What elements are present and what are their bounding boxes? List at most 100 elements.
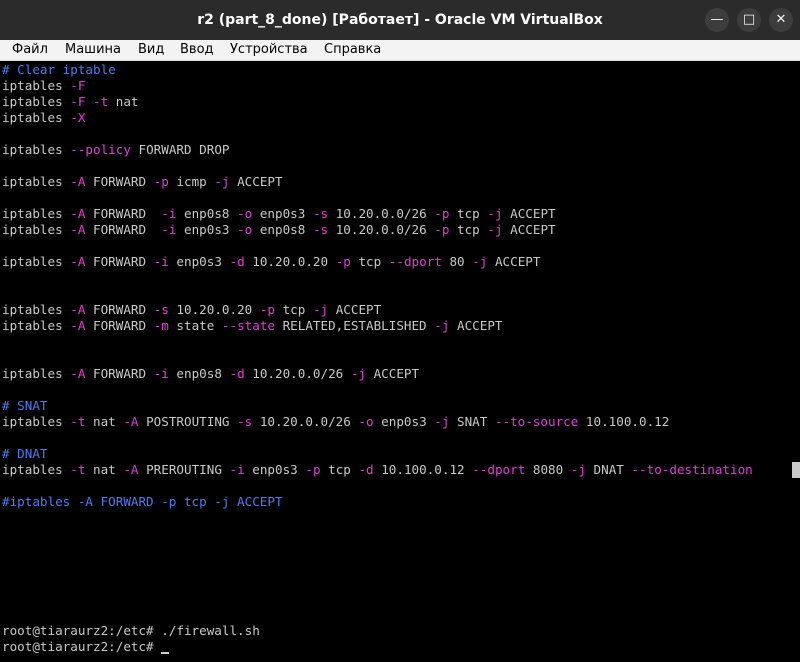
command-text: FORWARD [85, 318, 154, 333]
terminal-line: iptables -A FORWARD -i enp0s3 -d 10.20.0… [2, 254, 540, 270]
command-text: nat [85, 414, 124, 429]
terminal-line: # Clear iptable [2, 62, 116, 78]
close-icon[interactable]: ✕ [769, 8, 793, 32]
terminal-screen[interactable]: # Clear iptable iptables -F iptables -F -t… [0, 61, 800, 662]
terminal-line: iptables -A FORWARD -i enp0s3 -o enp0s8 … [2, 222, 556, 238]
window-title: r2 (part_8_done) [Работает] - Oracle VM … [197, 12, 603, 28]
terminal-line: # SNAT [2, 398, 48, 414]
menu-input[interactable]: Ввод [180, 40, 214, 60]
terminal-line: iptables -X [2, 110, 85, 126]
command-text: FORWARD [85, 302, 154, 317]
command-text: FORWARD DROP [130, 142, 230, 157]
option-flag: -t [93, 94, 109, 109]
prompt-line-current[interactable]: root@tiaraurz2:/etc# [2, 639, 170, 655]
command-text: enp0s3 [373, 414, 435, 429]
command-text: enp0s3 [168, 254, 230, 269]
option-flag: -o [237, 222, 253, 237]
command-text: enp0s8 [176, 206, 238, 221]
command-text: tcp [449, 222, 488, 237]
option-flag: -j [570, 462, 586, 477]
option-flag: -s [237, 414, 253, 429]
option-flag: -d [229, 366, 245, 381]
terminal-line: # DNAT [2, 446, 48, 462]
menu-devices[interactable]: Устройства [230, 40, 308, 60]
option-flag: --state [221, 318, 275, 333]
option-flag: -i [161, 206, 177, 221]
command-text: enp0s3 [176, 222, 238, 237]
text-cursor [161, 652, 170, 654]
menu-help[interactable]: Справка [324, 40, 381, 60]
option-flag: -j [350, 366, 367, 381]
option-flag: -j [487, 206, 503, 221]
terminal-line: iptables -A FORWARD -m state --state REL… [2, 318, 502, 334]
option-flag: -p [259, 302, 276, 317]
option-flag: -m [153, 318, 169, 333]
option-flag: -t [70, 462, 86, 477]
command-text: iptables [2, 174, 71, 189]
command-text: SNAT [449, 414, 495, 429]
comment-text: #iptables -A FORWARD -p tcp -j ACCEPT [2, 494, 283, 509]
command-text: iptables [2, 78, 71, 93]
command-text: ACCEPT [449, 318, 503, 333]
comment-text: # SNAT [2, 398, 48, 413]
command-text [85, 94, 93, 109]
command-text: iptables [2, 222, 71, 237]
option-flag: -p [434, 206, 450, 221]
command-text: enp0s8 [168, 366, 230, 381]
command-text: 10.20.0.20 [168, 302, 260, 317]
terminal-line: iptables -F -t nat [2, 94, 139, 110]
option-flag: -F [70, 78, 86, 93]
option-flag: -X [70, 110, 86, 125]
command-text: PREROUTING [138, 462, 230, 477]
option-flag: -p [335, 254, 351, 269]
command-text: POSTROUTING [138, 414, 238, 429]
option-flag: -A [70, 366, 86, 381]
command-text: 10.20.0.0/26 [252, 414, 359, 429]
command-text: icmp [168, 174, 215, 189]
option-flag: -o [358, 414, 374, 429]
command-text: state [168, 318, 222, 333]
option-flag: -A [70, 254, 86, 269]
option-flag: -i [161, 222, 177, 237]
option-flag: -d [358, 462, 374, 477]
option-flag: -t [70, 414, 86, 429]
line-overflow-marker [792, 462, 800, 478]
menu-view[interactable]: Вид [138, 40, 164, 60]
menu-file[interactable]: Файл [12, 40, 48, 60]
command-text: 10.20.0.0/26 [328, 222, 435, 237]
option-flag: --dport [388, 254, 442, 269]
command-text: ACCEPT [487, 254, 541, 269]
command-text: enp0s8 [252, 222, 313, 237]
command-text: iptables [2, 206, 71, 221]
option-flag: -p [153, 174, 169, 189]
option-flag: -A [70, 222, 86, 237]
maximize-icon[interactable]: □ [737, 8, 761, 32]
terminal-line: iptables -F [2, 78, 85, 94]
comment-text: # DNAT [2, 446, 48, 461]
terminal-line: iptables -A FORWARD -i enp0s8 -d 10.20.0… [2, 366, 419, 382]
option-flag: --dport [472, 462, 526, 477]
command-text: tcp [320, 462, 359, 477]
terminal-line: iptables -A FORWARD -s 10.20.0.20 -p tcp… [2, 302, 381, 318]
prompt-line-run: root@tiaraurz2:/etc# ./firewall.sh [2, 623, 260, 638]
option-flag: -A [70, 302, 86, 317]
option-flag: -p [434, 222, 450, 237]
option-flag: -j [434, 318, 450, 333]
command-text: DNAT [585, 462, 632, 477]
terminal-line: iptables -t nat -A POSTROUTING -s 10.20.… [2, 414, 669, 430]
window-titlebar: r2 (part_8_done) [Работает] - Oracle VM … [0, 0, 800, 40]
terminal-line: iptables --policy FORWARD DROP [2, 142, 230, 158]
option-flag: -A [70, 174, 86, 189]
command-text: FORWARD [85, 254, 154, 269]
command-text: iptables [2, 110, 71, 125]
command-text: 80 [441, 254, 473, 269]
command-text: 10.20.0.0/26 [328, 206, 435, 221]
minimize-icon[interactable]: — [705, 8, 729, 32]
option-flag: -j [472, 254, 488, 269]
command-text: iptables [2, 414, 71, 429]
command-text: 10.100.0.12 [578, 414, 670, 429]
option-flag: -d [229, 254, 245, 269]
option-flag: -A [123, 462, 139, 477]
prompt-text: root@tiaraurz2:/etc# [2, 639, 162, 654]
menu-machine[interactable]: Машина [65, 40, 121, 60]
